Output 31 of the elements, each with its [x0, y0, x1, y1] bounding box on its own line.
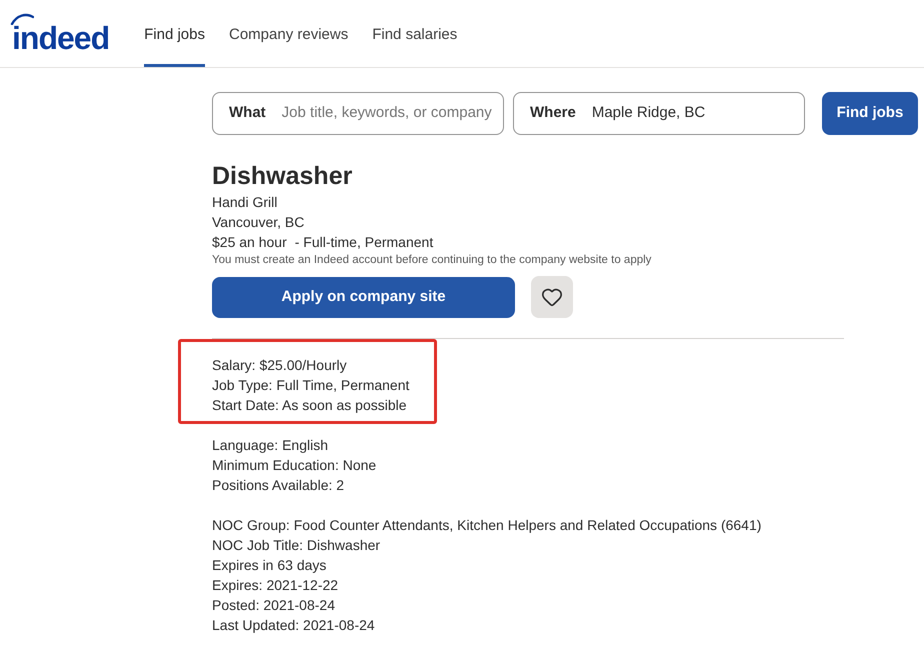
what-field[interactable]: What Job title, keywords, or company: [212, 92, 504, 135]
location-input[interactable]: Maple Ridge, BC: [592, 102, 796, 125]
detail-line: Last Updated: 2021-08-24: [212, 616, 375, 635]
account-notice: You must create an Indeed account before continuing to the company website to apply: [212, 253, 652, 268]
apply-button[interactable]: Apply on company site: [212, 276, 515, 318]
save-job-button[interactable]: [531, 276, 573, 318]
detail-line: Expires in 63 days: [212, 556, 326, 575]
nav-tab[interactable]: Find salaries: [372, 0, 458, 67]
detail-line: NOC Job Title: Dishwasher: [212, 536, 380, 555]
pay-rate: $25 an hour: [212, 233, 287, 252]
detail-line: Salary: $25.00/Hourly: [212, 356, 347, 375]
detail-line: NOC Group: Food Counter Attendants, Kitchen Helpers and Related Occupations (6641): [212, 516, 762, 535]
detail-line: Job Type: Full Time, Permanent: [212, 376, 410, 395]
job-location: Vancouver, BC: [212, 213, 304, 232]
detail-line: Posted: 2021-08-24: [212, 596, 335, 615]
job-title: Dishwasher: [212, 161, 352, 192]
nav-tab[interactable]: Find jobs: [144, 0, 205, 67]
detail-line: Language: English: [212, 436, 328, 455]
company-name: Handi Grill: [212, 193, 278, 212]
detail-line: Expires: 2021-12-22: [212, 576, 338, 595]
job-type: - Full-time, Permanent: [294, 233, 434, 252]
detail-line: Start Date: As soon as possible: [212, 396, 407, 415]
field-label: What: [229, 103, 266, 124]
detail-line: Positions Available: 2: [212, 476, 344, 495]
where-field[interactable]: Where Maple Ridge, BC: [513, 92, 805, 135]
keyword-input[interactable]: Job title, keywords, or company: [282, 102, 495, 125]
logo[interactable]: indeed: [10, 12, 110, 54]
field-label: Where: [530, 103, 576, 124]
nav-tab[interactable]: Company reviews: [229, 0, 348, 67]
find-jobs-button[interactable]: Find jobs: [822, 92, 918, 135]
detail-line: Minimum Education: None: [212, 456, 376, 475]
